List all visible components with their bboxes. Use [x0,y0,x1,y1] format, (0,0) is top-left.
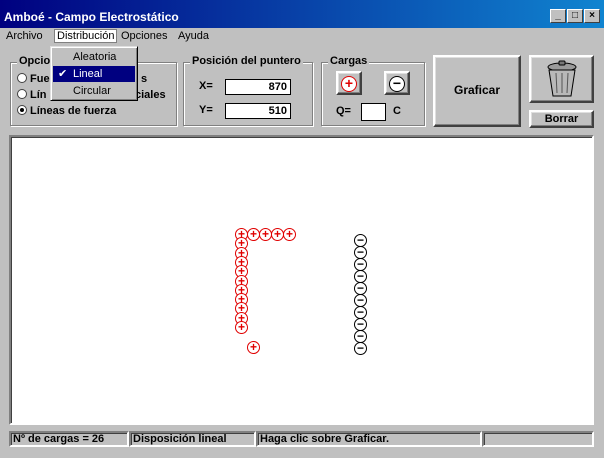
y-field: 510 [225,103,291,119]
dropdown-item-circular[interactable]: Circular [53,83,135,99]
status-layout: Disposición lineal [129,431,256,447]
y-label: Y= [199,104,213,116]
title-bar: Amboé - Campo Electrostático _ □ × [0,0,604,28]
radio-dot [17,89,27,99]
plus-icon: + [341,76,357,92]
radio-label: Fue [30,73,50,85]
minus-icon: − [389,76,405,92]
radio-field-lines[interactable]: Líneas de fuerza [17,105,116,117]
status-extra [482,431,594,447]
charges-group-label: Cargas [328,55,370,67]
menu-archivo[interactable]: Archivo [6,30,43,42]
trash-button[interactable] [529,55,594,103]
status-charge-count: Nº de cargas = 26 [9,431,129,447]
window-title: Amboé - Campo Electrostático [4,10,179,24]
negative-charge: − [354,342,367,355]
radio-label-tail: ciales [135,89,166,101]
unit-label: C [393,105,401,117]
positive-charge: + [235,321,248,334]
plot-button[interactable]: Graficar [433,55,521,127]
q-input[interactable] [361,103,386,121]
radio-field-strength-tail: s [141,73,147,85]
menu-opciones[interactable]: Opciones [121,30,167,42]
menu-ayuda[interactable]: Ayuda [178,30,209,42]
maximize-button[interactable]: □ [567,9,583,23]
pointer-group: Posición del puntero X= 870 Y= 510 [183,55,313,126]
check-icon: ✔ [58,68,68,80]
menu-distribucion[interactable]: Distribución [54,29,118,43]
radio-dot [17,73,27,83]
q-label: Q= [336,105,351,117]
dropdown-item-label: Circular [73,85,111,97]
radio-equipotential-tail: ciales [135,89,166,101]
menu-bar: Archivo Distribución Opciones Ayuda [0,28,604,46]
x-label: X= [199,80,213,92]
radio-label: Lín [30,89,47,101]
add-positive-button[interactable]: + [336,71,362,95]
x-field: 870 [225,79,291,95]
radio-field-strength[interactable]: Fue [17,73,50,85]
charges-group: Cargas + − Q= C [321,55,425,126]
minimize-button[interactable]: _ [550,9,566,23]
close-button[interactable]: × [584,9,600,23]
radio-label-tail: s [141,73,148,85]
dropdown-item-label: Lineal [73,68,103,80]
radio-dot-selected [17,105,27,115]
options-group-label: Opcio [17,55,53,67]
radio-equipotential[interactable]: Lín [17,89,47,101]
pointer-group-label: Posición del puntero [190,55,303,67]
distribution-dropdown: Aleatoria ✔ Lineal Circular [50,46,138,101]
plot-canvas[interactable]: + + + + + + + + + + + + + + + + − − − − − − − − − − [9,135,594,425]
clear-button[interactable]: Borrar [529,110,594,128]
dropdown-item-lineal[interactable]: ✔ Lineal [53,66,135,82]
trash-can-icon [547,60,577,97]
add-negative-button[interactable]: − [384,71,410,95]
dropdown-item-aleatoria[interactable]: Aleatoria [53,49,135,65]
radio-label: Líneas de fuerza [30,105,117,117]
positive-charge: + [247,341,260,354]
status-hint: Haga clic sobre Graficar. [256,431,482,447]
dropdown-item-label: Aleatoria [73,51,117,63]
positive-charge: + [283,228,296,241]
